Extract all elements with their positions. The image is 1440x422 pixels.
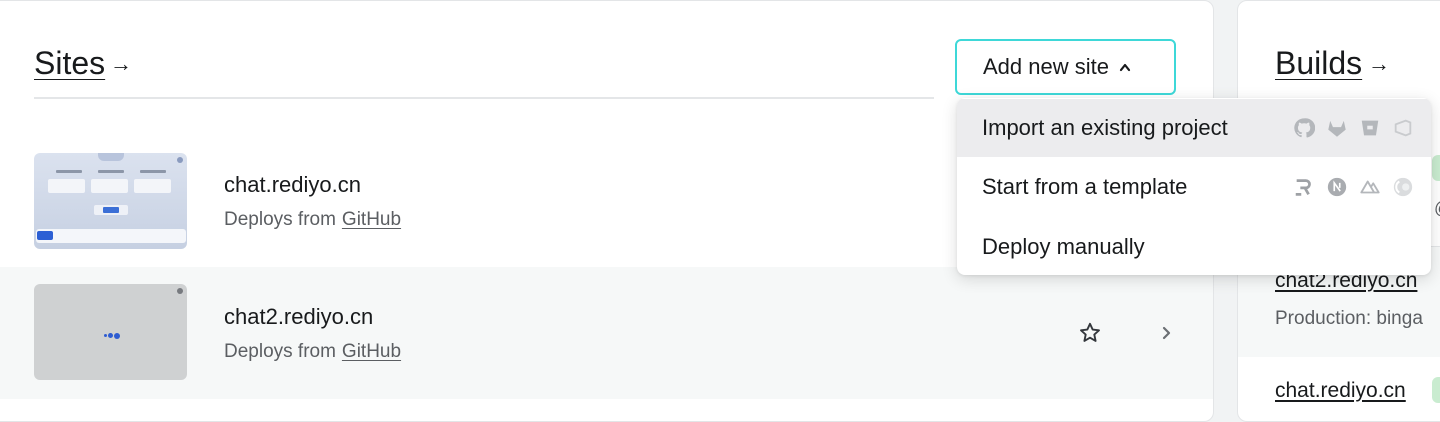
- nextjs-icon: [1327, 177, 1347, 197]
- build-site-name[interactable]: chat.rediyo.cn: [1275, 379, 1406, 403]
- site-name[interactable]: chat.rediyo.cn: [224, 172, 361, 198]
- thumb-card: [134, 179, 171, 193]
- bitbucket-icon: [1361, 120, 1379, 136]
- star-icon[interactable]: [1078, 321, 1102, 345]
- remix-icon: [1295, 179, 1311, 196]
- builds-title-link[interactable]: Builds: [1275, 45, 1362, 82]
- thumb-gear-icon: [177, 157, 183, 163]
- menu-item-deploy-manually[interactable]: Deploy manually: [957, 218, 1431, 275]
- deploy-source-link[interactable]: GitHub: [342, 209, 401, 230]
- gitlab-icon: [1328, 120, 1346, 137]
- github-icon: [1294, 118, 1315, 138]
- thumb-header: [98, 153, 124, 161]
- thumb-toggle-selected: [103, 207, 119, 213]
- thumb-label: [98, 170, 124, 173]
- menu-item-label: Start from a template: [982, 174, 1188, 199]
- site-deploy-info: Deploys from GitHub: [224, 341, 401, 363]
- thumb-label: [140, 170, 166, 173]
- menu-item-start-template[interactable]: Start from a template: [957, 158, 1431, 216]
- site-name[interactable]: chat2.rediyo.cn: [224, 304, 373, 330]
- build-detail: Production: binga: [1275, 308, 1423, 329]
- loading-dots-icon: [104, 327, 121, 345]
- chevron-up-icon: [1119, 59, 1131, 75]
- site-thumbnail[interactable]: [34, 284, 187, 380]
- framework-icons: [1293, 175, 1425, 199]
- thumb-gear-icon: [177, 288, 183, 294]
- thumb-card: [91, 179, 128, 193]
- thumb-button: [37, 231, 53, 240]
- site-deploy-info: Deploys from GitHub: [224, 209, 401, 231]
- status-badge: [1432, 377, 1440, 403]
- menu-item-import-project[interactable]: Import an existing project: [957, 99, 1431, 157]
- sites-arrow-icon[interactable]: →: [110, 51, 132, 77]
- thumb-input-bar: [36, 229, 186, 243]
- site-thumbnail[interactable]: [34, 153, 187, 249]
- chevron-right-icon[interactable]: [1160, 322, 1174, 344]
- add-site-dropdown-menu: Import an existing project Start from a …: [957, 98, 1431, 275]
- status-badge: [1432, 155, 1440, 181]
- builds-arrow-icon[interactable]: →: [1368, 51, 1390, 77]
- azure-devops-icon: [1394, 119, 1412, 137]
- sites-divider: [34, 97, 934, 99]
- deploys-prefix: Deploys from: [224, 209, 336, 230]
- menu-item-label: Deploy manually: [982, 234, 1145, 259]
- deploys-prefix: Deploys from: [224, 341, 336, 362]
- nuxt-icon: [1360, 180, 1380, 194]
- thumb-label: [56, 170, 82, 173]
- thumb-card: [48, 179, 85, 193]
- astro-icon: [1393, 177, 1413, 197]
- provider-icons: [1293, 116, 1425, 140]
- site-row[interactable]: chat2.rediyo.cn Deploys from GitHub: [0, 267, 1213, 399]
- add-new-site-label: Add new site: [983, 54, 1109, 79]
- sites-title-link[interactable]: Sites: [34, 45, 105, 82]
- menu-item-label: Import an existing project: [982, 115, 1228, 140]
- add-new-site-button[interactable]: Add new site: [955, 39, 1176, 95]
- deploy-source-link[interactable]: GitHub: [342, 341, 401, 362]
- partial-symbol: @: [1434, 198, 1440, 219]
